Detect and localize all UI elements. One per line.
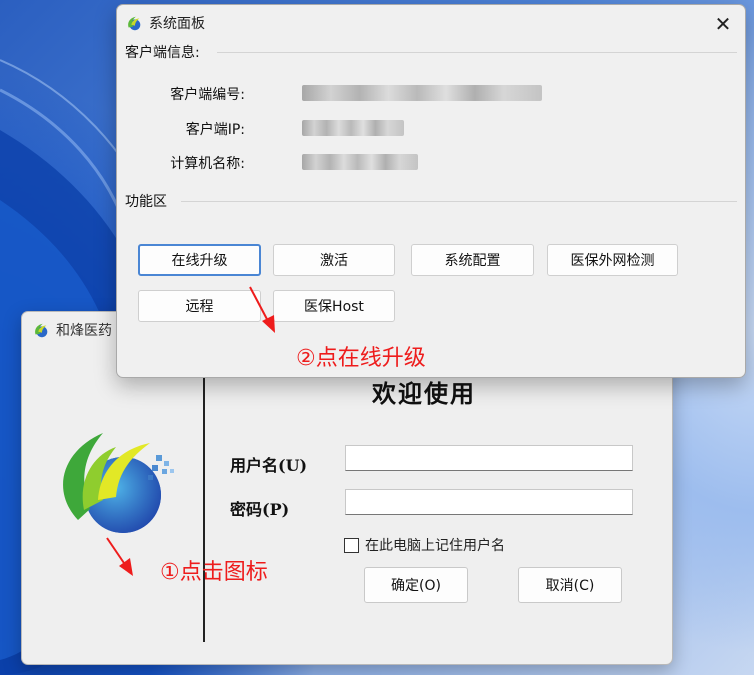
welcome-heading: 欢迎使用 bbox=[372, 379, 476, 408]
password-label: 密码(P) bbox=[230, 500, 290, 519]
client-id-value bbox=[302, 85, 542, 101]
username-label: 用户名(U) bbox=[230, 456, 308, 475]
panel-titlebar: 系统面板 bbox=[125, 12, 205, 34]
username-input[interactable] bbox=[345, 445, 633, 471]
function-group-title: 功能区 bbox=[125, 191, 171, 211]
client-ip-value bbox=[302, 120, 404, 136]
step2-arrow-icon bbox=[249, 286, 275, 333]
remember-label: 在此电脑上记住用户名 bbox=[365, 538, 505, 554]
medical-host-button[interactable]: 医保Host bbox=[273, 290, 395, 322]
client-info-group-line bbox=[217, 52, 737, 53]
client-ip-label: 客户端IP: bbox=[185, 122, 245, 138]
cancel-button[interactable]: 取消(C) bbox=[518, 567, 622, 603]
function-group-line bbox=[181, 201, 737, 202]
panel-title: 系统面板 bbox=[149, 16, 205, 32]
step1-arrow-icon bbox=[106, 537, 133, 576]
login-titlebar: 和烽医药 bbox=[32, 319, 112, 341]
hefeng-logo-icon bbox=[128, 16, 141, 31]
remember-checkbox[interactable] bbox=[344, 537, 359, 553]
computer-name-value bbox=[302, 154, 418, 170]
online-upgrade-button[interactable]: 在线升级 bbox=[138, 244, 261, 276]
system-panel-window: 系统面板 ✕ 客户端信息: 客户端编号: 客户端IP: 计算机名称: 功能区 在… bbox=[116, 4, 746, 378]
system-config-button[interactable]: 系统配置 bbox=[411, 244, 534, 276]
ok-button[interactable]: 确定(O) bbox=[364, 567, 468, 603]
computer-name-label: 计算机名称: bbox=[170, 156, 245, 172]
remote-button[interactable]: 远程 bbox=[138, 290, 261, 322]
password-input[interactable] bbox=[345, 489, 633, 515]
step1-annotation: ①点击图标 bbox=[160, 560, 268, 585]
client-info-group-title: 客户端信息: bbox=[125, 42, 204, 62]
hefeng-logo-icon bbox=[35, 323, 48, 338]
client-id-label: 客户端编号: bbox=[170, 87, 245, 103]
activate-button[interactable]: 激活 bbox=[273, 244, 395, 276]
medical-network-check-button[interactable]: 医保外网检测 bbox=[547, 244, 678, 276]
login-divider bbox=[203, 372, 205, 642]
login-window-title: 和烽医药 bbox=[56, 323, 112, 339]
close-icon[interactable]: ✕ bbox=[711, 12, 735, 36]
step2-annotation: ②点在线升级 bbox=[296, 346, 426, 371]
remember-username-option[interactable]: 在此电脑上记住用户名 bbox=[344, 535, 505, 555]
hefeng-logo-icon[interactable] bbox=[48, 425, 178, 535]
